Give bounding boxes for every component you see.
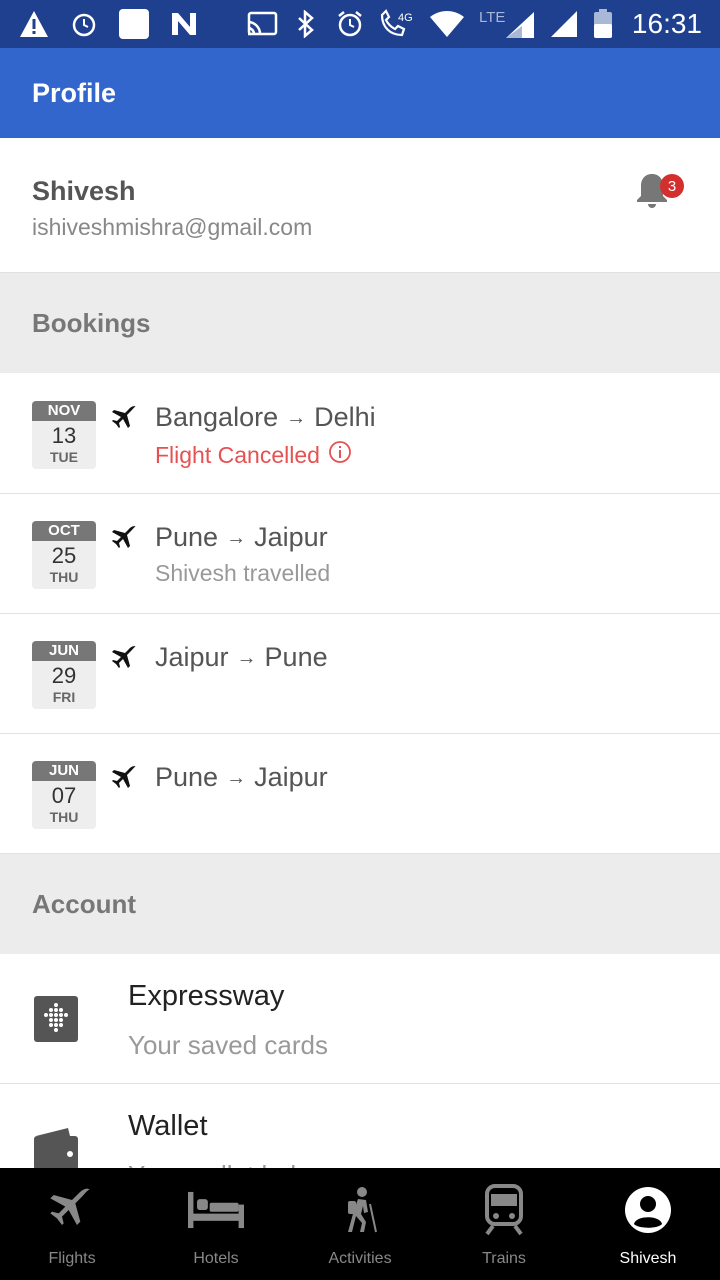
date-month: NOV: [32, 401, 96, 421]
booking-route: Pune → Jaipur: [155, 762, 328, 793]
status-text: Flight Cancelled: [155, 441, 320, 468]
app-square-icon: [118, 8, 150, 40]
route-to: Delhi: [314, 402, 376, 432]
booking-row[interactable]: JUN 07 THU Pune → Jaipur: [0, 734, 720, 854]
route-from: Jaipur: [155, 642, 229, 672]
route-to: Jaipur: [254, 522, 328, 552]
plane-icon: [110, 404, 142, 436]
booking-row[interactable]: JUN 29 FRI Jaipur → Pune: [0, 614, 720, 734]
call-4g-icon: 4G: [378, 8, 416, 40]
date-weekday: THU: [49, 809, 79, 825]
date-badge: NOV 13 TUE: [32, 401, 96, 469]
nav-label: Activities: [328, 1250, 392, 1267]
signal-icon: [548, 8, 580, 40]
booking-route: Bangalore → Delhi: [155, 402, 376, 433]
account-item-subtitle: Your saved cards: [128, 1030, 328, 1060]
date-weekday: TUE: [50, 449, 78, 465]
nav-label: Hotels: [193, 1250, 239, 1267]
account-header: Account: [0, 854, 720, 954]
route-arrow: →: [226, 527, 247, 550]
account-item-title: Expressway: [128, 980, 285, 1012]
account-item-expressway[interactable]: Expressway Your saved cards: [0, 954, 720, 1084]
date-day: 07: [51, 783, 77, 808]
route-arrow: →: [286, 407, 307, 430]
nav-label: Shivesh: [619, 1250, 677, 1267]
plane-icon: [110, 644, 142, 676]
date-day: 25: [51, 543, 77, 568]
booking-route: Pune → Jaipur: [155, 522, 328, 553]
date-badge: JUN 07 THU: [32, 761, 96, 829]
booking-status: Shivesh travelled: [155, 560, 330, 587]
profile-header[interactable]: Shivesh ishiveshmishra@gmail.com: [0, 138, 720, 273]
route-from: Pune: [155, 762, 219, 792]
status-time: 16:31: [631, 8, 702, 39]
date-month: JUN: [32, 761, 96, 781]
route-to: Jaipur: [254, 762, 328, 792]
plane-icon: [44, 1182, 100, 1238]
route-arrow: →: [236, 647, 257, 670]
route-from: Bangalore: [155, 402, 279, 432]
nav-label: Trains: [482, 1250, 526, 1267]
booking-route: Jaipur → Pune: [155, 642, 328, 673]
date-day: 13: [51, 423, 77, 448]
booking-row[interactable]: OCT 25 THU Pune → Jaipur Shivesh travelled: [0, 494, 720, 614]
status-text: Shivesh travelled: [155, 560, 331, 586]
wallet-icon: [34, 1124, 78, 1172]
date-month: OCT: [32, 521, 96, 541]
alarm-icon: [68, 8, 100, 40]
nav-activities[interactable]: Activities: [288, 1168, 432, 1280]
status-bar: 4G LTE 16:31: [0, 0, 720, 48]
n-app-icon: [168, 8, 200, 40]
expressway-icon: [34, 994, 78, 1042]
profile-email: ishiveshmishra@gmail.com: [32, 214, 313, 240]
notification-badge: 3: [660, 174, 684, 198]
app-bar: Profile: [0, 48, 720, 138]
route-arrow: →: [226, 767, 247, 790]
nav-trains[interactable]: Trains: [432, 1168, 576, 1280]
avatar-icon: [620, 1182, 676, 1238]
cast-icon: [246, 8, 278, 40]
bottom-navigation: Flights Hotels Activities Trains Shivesh: [0, 1168, 720, 1280]
hiker-icon: [332, 1182, 388, 1238]
account-item-title: Wallet: [128, 1110, 208, 1142]
route-from: Pune: [155, 522, 219, 552]
svg-text:4G: 4G: [398, 12, 413, 24]
info-icon[interactable]: [328, 440, 352, 470]
train-icon: [476, 1182, 532, 1238]
date-badge: JUN 29 FRI: [32, 641, 96, 709]
warning-icon: [18, 8, 50, 40]
plane-icon: [110, 764, 142, 796]
page-title: Profile: [32, 77, 117, 108]
booking-row[interactable]: NOV 13 TUE Bangalore → Delhi Flight Cancel…: [0, 374, 720, 494]
bluetooth-icon: [290, 8, 322, 40]
date-badge: OCT 25 THU: [32, 521, 96, 589]
battery-icon: [592, 8, 614, 40]
svg-text:LTE: LTE: [479, 9, 505, 26]
profile-name: Shivesh: [32, 176, 136, 206]
bed-icon: [188, 1182, 244, 1238]
date-weekday: THU: [49, 569, 79, 585]
plane-icon: [110, 524, 142, 556]
booking-status: Flight Cancelled: [155, 440, 352, 470]
bookings-header: Bookings: [0, 273, 720, 373]
nav-flights[interactable]: Flights: [0, 1168, 144, 1280]
lte-signal-icon: LTE: [478, 8, 536, 40]
alarm-clock-icon: [334, 8, 366, 40]
route-to: Pune: [264, 642, 328, 672]
date-weekday: FRI: [52, 689, 76, 705]
date-day: 29: [51, 663, 77, 688]
wifi-icon: [428, 8, 466, 40]
date-month: JUN: [32, 641, 96, 661]
nav-label: Flights: [48, 1250, 96, 1267]
nav-hotels[interactable]: Hotels: [144, 1168, 288, 1280]
nav-profile[interactable]: Shivesh: [576, 1168, 720, 1280]
